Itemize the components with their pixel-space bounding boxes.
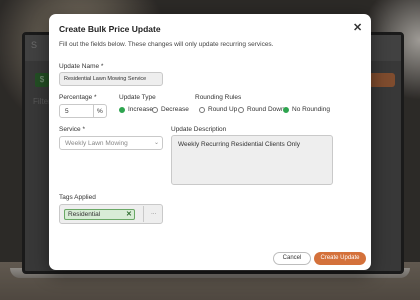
tags-more-button[interactable]: ... (151, 209, 156, 216)
description-label: Update Description (171, 126, 227, 133)
create-update-button[interactable]: Create Update (314, 252, 366, 265)
rounding-rules-label: Rounding Rules (195, 94, 242, 101)
radio-round-down-label: Round Down (247, 106, 285, 113)
radio-selected-icon (119, 106, 125, 113)
service-label: Service * (59, 126, 86, 133)
radio-unselected-icon (238, 106, 244, 113)
chevron-down-icon: ⌄ (154, 140, 160, 146)
service-select[interactable]: Weekly Lawn Mowing ⌄ (59, 136, 163, 150)
tags-label: Tags Applied (59, 194, 96, 201)
percentage-value: 5 (65, 108, 69, 115)
tags-input[interactable]: Residential ✕ ... (59, 204, 163, 224)
percentage-divider (93, 105, 94, 117)
percent-unit: % (97, 108, 103, 115)
radio-no-rounding-label: No Rounding (292, 106, 330, 113)
radio-increase-label: Increase (128, 106, 153, 113)
modal-title: Create Bulk Price Update (59, 24, 161, 34)
tags-divider (143, 206, 144, 222)
close-icon[interactable]: ✕ (353, 22, 362, 34)
modal-subtitle: Fill out the fields below. These changes… (59, 41, 274, 48)
description-value: Weekly Recurring Residential Clients Onl… (178, 141, 300, 148)
radio-round-up-label: Round Up (208, 106, 238, 113)
radio-unselected-icon (199, 106, 205, 113)
radio-round-up[interactable]: Round Up (199, 106, 237, 113)
update-type-label: Update Type (119, 94, 156, 101)
update-name-input[interactable]: Residential Lawn Mowing Service (59, 72, 163, 86)
radio-unselected-icon (152, 106, 158, 113)
tag-chip-label: Residential (68, 211, 101, 218)
radio-decrease-label: Decrease (161, 106, 189, 113)
cancel-button[interactable]: Cancel (273, 252, 311, 265)
radio-selected-icon (283, 106, 289, 113)
percentage-input[interactable]: 5 % (59, 104, 107, 118)
update-name-label: Update Name * (59, 63, 104, 70)
service-value: Weekly Lawn Mowing (65, 140, 128, 147)
bulk-price-update-modal: Create Bulk Price Update ✕ Fill out the … (49, 14, 371, 270)
radio-increase[interactable]: Increase (119, 106, 153, 113)
remove-tag-icon[interactable]: ✕ (126, 210, 132, 218)
radio-round-down[interactable]: Round Down (238, 106, 285, 113)
percentage-label: Percentage * (59, 94, 97, 101)
tag-chip-residential: Residential ✕ (64, 209, 135, 220)
radio-decrease[interactable]: Decrease (152, 106, 189, 113)
update-name-value: Residential Lawn Mowing Service (64, 76, 147, 82)
radio-no-rounding[interactable]: No Rounding (283, 106, 330, 113)
description-textarea[interactable]: Weekly Recurring Residential Clients Onl… (171, 135, 333, 185)
